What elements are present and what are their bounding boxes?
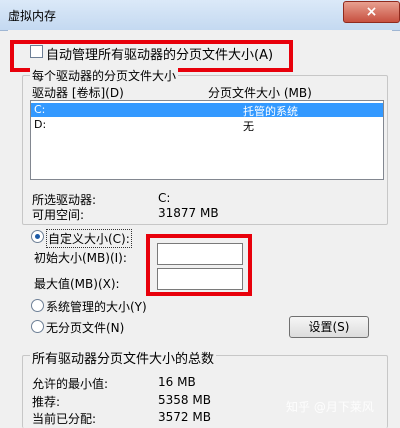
- drives-group-label: 每个驱动器的分页文件大小: [30, 67, 179, 84]
- currently-allocated-value: 3572 MB: [158, 410, 211, 424]
- watermark: 知乎 @月下莱风: [286, 400, 374, 414]
- min-allowed-value: 16 MB: [158, 375, 196, 389]
- selected-drive-value: C:: [158, 191, 171, 205]
- window-title: 虚拟内存: [8, 9, 57, 23]
- list-item[interactable]: C: 托管的系统: [31, 103, 383, 118]
- system-managed-label[interactable]: 系统管理的大小(Y): [46, 298, 147, 315]
- no-paging-radio[interactable]: [31, 320, 44, 333]
- min-allowed-label: 允许的最小值:: [32, 377, 109, 391]
- drive-size: 托管的系统: [243, 105, 298, 118]
- auto-manage-label[interactable]: 自动管理所有驱动器的分页文件大小(A): [46, 44, 273, 63]
- initial-size-label: 初始大小(MB)(I):: [34, 251, 127, 265]
- recommended-label: 推荐:: [32, 395, 61, 409]
- max-size-input[interactable]: [157, 268, 243, 290]
- no-paging-label[interactable]: 无分页文件(N): [46, 319, 124, 336]
- title-bar: 虚拟内存 ×: [0, 0, 400, 31]
- list-item[interactable]: D: 无: [31, 118, 383, 133]
- available-space-value: 31877 MB: [158, 206, 219, 220]
- max-size-label: 最大值(MB)(X):: [34, 277, 120, 291]
- drive-letter: D:: [34, 118, 47, 131]
- close-button[interactable]: ×: [343, 1, 400, 23]
- custom-size-radio[interactable]: [31, 230, 44, 243]
- system-managed-radio[interactable]: [31, 299, 44, 312]
- drive-column-header: 驱动器 [卷标](D): [32, 86, 124, 100]
- auto-manage-checkbox[interactable]: [30, 45, 43, 58]
- drives-listbox[interactable]: C: 托管的系统 D: 无: [30, 100, 384, 180]
- drive-letter: C:: [34, 103, 46, 116]
- initial-size-input[interactable]: [157, 243, 243, 265]
- available-space-label: 可用空间:: [32, 208, 85, 222]
- custom-size-label[interactable]: 自定义大小(C):: [46, 229, 132, 248]
- size-column-header: 分页文件大小 (MB): [208, 86, 312, 100]
- currently-allocated-label: 当前已分配:: [32, 412, 97, 426]
- set-button[interactable]: 设置(S): [289, 316, 369, 338]
- totals-heading: 所有驱动器分页文件大小的总数: [30, 348, 217, 367]
- recommended-value: 5358 MB: [158, 393, 211, 407]
- drive-size: 无: [243, 120, 254, 133]
